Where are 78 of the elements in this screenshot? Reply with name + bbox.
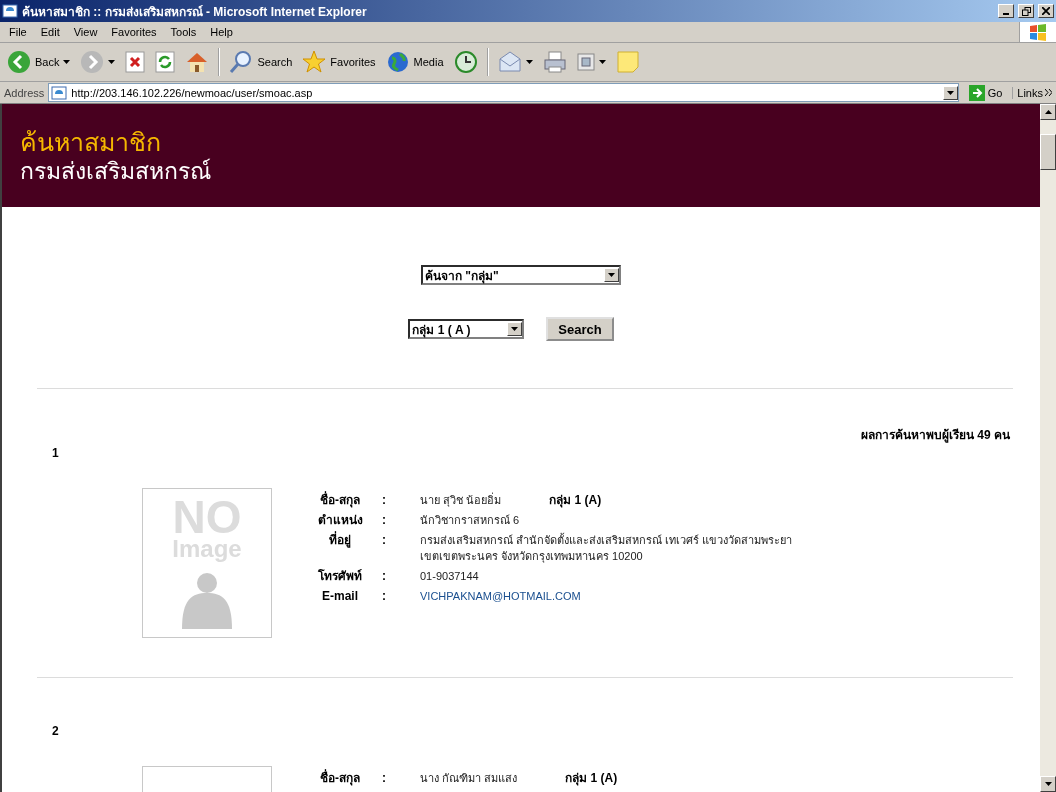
caret-up-icon: [1044, 110, 1052, 114]
menu-item[interactable]: File: [2, 26, 34, 38]
address-field[interactable]: http://203.146.102.226/newmoac/user/smoac.asp: [48, 83, 959, 102]
caret-down-icon: [1044, 782, 1052, 786]
colon: :: [381, 588, 387, 604]
field-value: 01-9037144: [420, 569, 479, 584]
scroll-down-button[interactable]: [1040, 776, 1056, 792]
stop-icon: [125, 51, 146, 73]
colon: :: [381, 492, 387, 508]
menu-item[interactable]: Help: [203, 26, 240, 38]
field-label: ตำแหน่ง: [316, 512, 364, 528]
note-icon: [615, 50, 640, 74]
search-icon: [229, 50, 254, 74]
scrollbar[interactable]: [1040, 104, 1056, 792]
globe-icon: [385, 50, 410, 74]
result-count: ผลการค้นหาพบผู้เรียน 49 คน: [861, 427, 1010, 444]
scroll-up-button[interactable]: [1040, 104, 1056, 120]
menu-item[interactable]: Tools: [163, 26, 204, 38]
search-button[interactable]: Search: [226, 48, 296, 76]
envelope-icon: [497, 50, 522, 74]
field-value: นาย สุวิช น้อยอิ่ม: [420, 492, 502, 508]
search-button[interactable]: Search: [546, 317, 614, 341]
window-icon: [576, 53, 595, 71]
scroll-thumb[interactable]: [1040, 134, 1056, 170]
restore-button[interactable]: [1018, 4, 1034, 18]
caret-down-icon: [511, 327, 519, 331]
links-button[interactable]: Links: [1012, 86, 1056, 99]
restore-icon: [1021, 6, 1031, 16]
chevron-icon: [1045, 89, 1052, 96]
caret-down-icon: [63, 60, 71, 64]
menu-item[interactable]: Favorites: [104, 26, 164, 38]
window-title: ค้นหาสมาชิก :: กรมส่งเสริมสหกรณ์ - Microsoft Internet Explorer: [22, 3, 368, 21]
colon: :: [381, 568, 387, 584]
field-label: E-mail: [321, 588, 359, 604]
go-button[interactable]: Go: [962, 84, 1009, 101]
back-button[interactable]: Back: [4, 48, 74, 76]
email-link[interactable]: VICHPAKNAM@HOTMAIL.COM: [420, 588, 581, 604]
search-mode-select[interactable]: ค้นจาก "กลุ่ม": [421, 265, 621, 285]
field-value: นาง กัณฑิมา สมแสง: [420, 771, 518, 786]
colon: :: [381, 770, 387, 786]
favorites-button[interactable]: Favorites: [299, 48, 379, 76]
field-value: เขตเขตพระนคร จังหวัดกรุงเทพมหานคร 10200: [420, 549, 644, 564]
group-select[interactable]: กลุ่ม 1 ( A ): [408, 319, 525, 339]
dropdown-button[interactable]: [942, 85, 958, 100]
field-label: โทรศัพท์: [317, 568, 363, 584]
banner-title: ค้นหาสมาชิก: [20, 126, 161, 157]
group-label: กลุ่ม 1 (A): [549, 492, 602, 508]
arrow-icon: [968, 84, 985, 101]
field-label: ชื่อ-สกุล: [319, 770, 361, 786]
record-number: 2: [52, 724, 60, 738]
field-value: กรมส่งเสริมสหกรณ์ สำนักจัดตั้งและส่งเสริมสหกรณ์ เทเวศร์ แขวงวัดสามพระยา: [420, 532, 793, 548]
banner-subtitle: กรมส่งเสริมสหกรณ์: [20, 156, 211, 185]
browser-icon: [2, 3, 18, 19]
colon: :: [381, 512, 387, 528]
address-label: Address: [4, 86, 45, 99]
close-icon: [1042, 7, 1050, 15]
colon: :: [381, 532, 387, 548]
windows-logo: [1029, 23, 1047, 41]
media-button[interactable]: Media: [382, 48, 447, 76]
caret-down-icon: [598, 60, 606, 64]
caret-down-icon: [525, 60, 533, 64]
clock-icon: [453, 50, 478, 74]
page-icon: [51, 85, 68, 100]
record-number: 1: [52, 446, 60, 460]
field-label: ชื่อ-สกุล: [319, 492, 361, 508]
close-button[interactable]: [1038, 4, 1054, 18]
menu-item[interactable]: View: [66, 26, 105, 38]
menu-item[interactable]: Edit: [33, 26, 67, 38]
minimize-button[interactable]: [998, 4, 1014, 18]
refresh-icon: [155, 51, 176, 73]
group-label: กลุ่ม 1 (A): [565, 770, 618, 786]
caret-down-icon: [108, 60, 116, 64]
field-value: นักวิชากราสหกรณ์ 6: [420, 513, 520, 528]
caret-down-icon: [946, 90, 954, 95]
printer-icon: [542, 50, 567, 74]
star-icon: [302, 50, 327, 74]
caret-down-icon: [608, 273, 615, 277]
field-label: ที่อยู่: [328, 532, 352, 548]
